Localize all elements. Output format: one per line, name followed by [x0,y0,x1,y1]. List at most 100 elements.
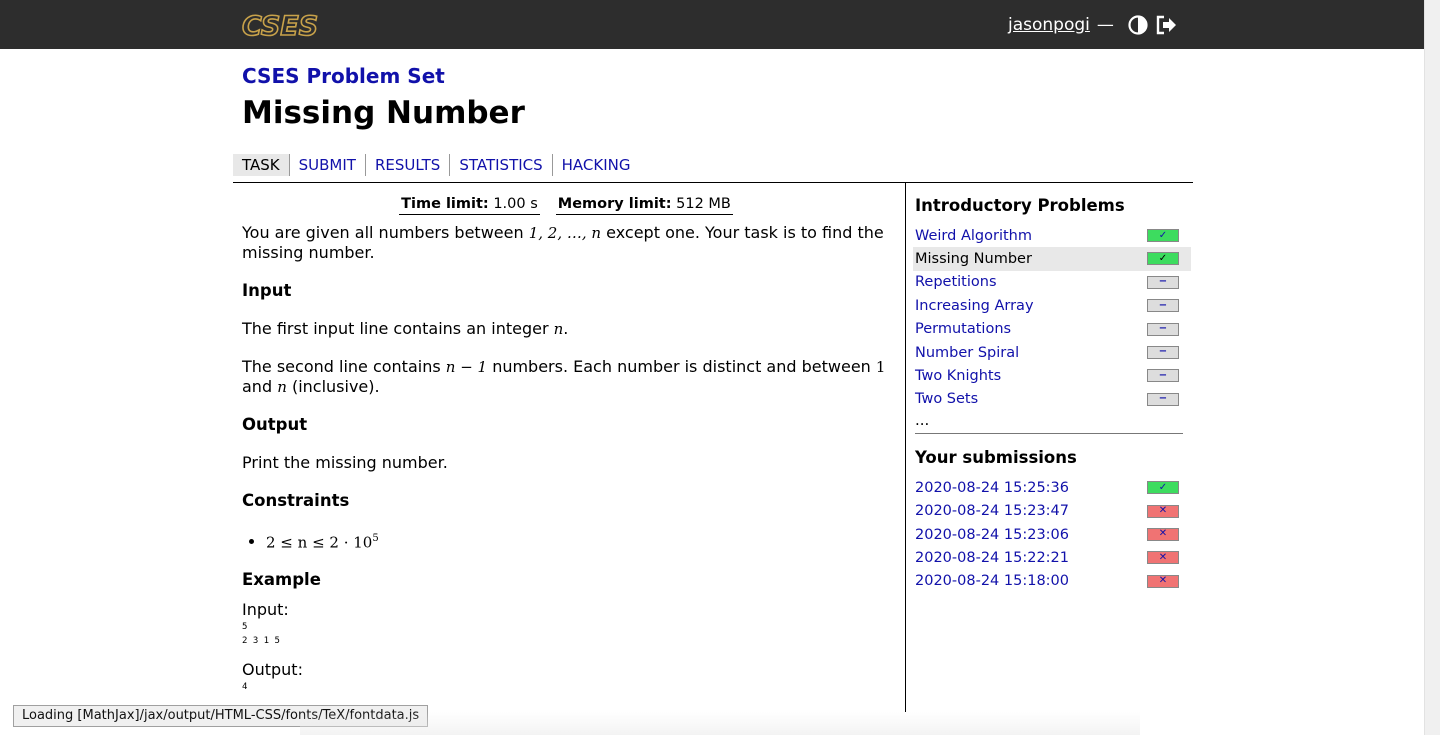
problem-item[interactable]: Permutations − [913,318,1191,341]
example-input-label: Input: [242,600,289,620]
input-p2-b: numbers. Each number is distinct and bet… [492,357,871,376]
problem-item[interactable]: Two Sets − [913,388,1191,411]
problem-item-label: Permutations [915,321,1012,338]
submission-item[interactable]: 2020-08-24 15:23:06 ✕ [913,523,1191,546]
time-limit: Time limit: 1.00 s [399,196,540,215]
more-problems-ellipsis: ... [915,411,930,430]
input-p2-math3: n [277,378,287,396]
time-limit-label: Time limit: [401,196,489,212]
logo-text: CSES [242,12,318,38]
username-link[interactable]: jasonpogi [1008,15,1090,35]
problem-list: Weird Algorithm ✓ Missing Number ✓ Repetitio… [913,224,1193,411]
submission-list: 2020-08-24 15:25:36 ✓ 2020-08-24 15:23:47 ✕… [915,476,1193,593]
example-output-label: Output: [242,660,303,680]
problem-item[interactable]: Number Spiral − [913,341,1191,364]
problem-item[interactable]: Repetitions − [913,271,1191,294]
submission-item-label: 2020-08-24 15:23:47 [915,503,1069,520]
input-p1-a: The first input line contains an integer [242,319,549,338]
logout-icon[interactable] [1155,14,1177,36]
status-badge-ok: ✓ [1147,481,1179,495]
status-badge-none: − [1147,369,1179,383]
tab-hacking[interactable]: HACKING [551,154,640,176]
submission-item-label: 2020-08-24 15:18:00 [915,573,1069,590]
tab-submit[interactable]: SUBMIT [288,154,365,176]
memory-limit: Memory limit: 512 MB [555,196,733,215]
task-statement: You are given all numbers between 1, 2, … [242,223,890,263]
input-p2-math: n − 1 [445,358,488,376]
contrast-icon[interactable] [1127,14,1149,36]
tab-divider [233,182,1193,183]
input-p1-b: . [563,319,569,338]
status-badge-none: − [1147,345,1179,359]
problem-item-label: Repetitions [915,274,997,291]
sidebar-divider [905,183,906,712]
memory-limit-value: 512 MB [676,196,731,212]
input-p2-c: and [242,377,273,396]
tab-results[interactable]: RESULTS [364,154,449,176]
status-badge-ok: ✓ [1147,252,1179,266]
status-badge-fail: ✕ [1147,504,1179,518]
status-badge-none: − [1147,322,1179,336]
input-p2-math2: 1 [875,358,886,376]
status-badge-none: − [1147,299,1179,313]
input-heading: Input [242,281,292,300]
problem-list-title: Introductory Problems [915,196,1125,215]
input-p1-math: n [553,320,564,338]
status-badge-fail: ✕ [1147,574,1179,588]
time-limit-value: 1.00 s [493,196,538,212]
tab-statistics[interactable]: STATISTICS [449,154,551,176]
status-badge-none: − [1147,275,1179,289]
header-separator: — [1096,15,1114,35]
input-p2-d: (inclusive). [291,377,380,396]
example-heading: Example [242,570,321,590]
input-paragraph-1: The first input line contains an integer… [242,319,890,339]
problem-item-label: Missing Number [915,251,1032,268]
cses-logo[interactable]: CSES [242,12,332,38]
problem-item[interactable]: Missing Number ✓ [913,247,1191,271]
problem-item[interactable]: Weird Algorithm ✓ [913,224,1191,247]
limits-row: Time limit: 1.00 s Memory limit: 512 MB [242,196,890,215]
problem-item[interactable]: Two Knights − [913,364,1191,387]
problem-item[interactable]: Increasing Array − [913,294,1191,317]
problem-item-label: Number Spiral [915,344,1020,361]
status-badge-ok: ✓ [1147,229,1179,242]
user-area: jasonpogi — [1008,13,1177,37]
page-title: Missing Number [242,95,525,131]
submission-item[interactable]: 2020-08-24 15:25:36 ✓ [913,476,1191,499]
problem-item-label: Two Knights [915,368,1002,385]
submission-item-label: 2020-08-24 15:25:36 [915,479,1069,496]
input-p2-a: The second line contains [242,357,441,376]
input-paragraph-2: The second line contains n − 1 numbers. … [242,357,890,397]
problem-item-label: Increasing Array [915,297,1034,314]
submission-item[interactable]: 2020-08-24 15:18:00 ✕ [913,570,1191,593]
tab-task[interactable]: TASK [233,154,289,176]
output-heading: Output [242,415,308,434]
status-badge-none: − [1147,392,1179,406]
constraint-exponent: 5 [372,533,379,544]
submission-item-label: 2020-08-24 15:22:21 [915,549,1069,566]
sidebar: Introductory Problems Weird Algorithm ✓ Mi… [913,196,1193,593]
intro-math: 1, 2, …, n [528,224,602,242]
memory-limit-label: Memory limit: [557,196,672,212]
browser-scrollbar[interactable] [1424,0,1440,735]
problem-item-label: Two Sets [915,391,979,408]
status-badge-fail: ✕ [1147,551,1179,565]
constraint-item: 2 ≤ n ≤ 2 · 105 [266,529,890,552]
constraints-list: 2 ≤ n ≤ 2 · 105 [242,529,890,552]
sidebar-rule [915,433,1183,435]
task-tabs: TASK SUBMIT RESULTS STATISTICS HACKING [233,153,640,177]
bottom-fade [300,712,1140,735]
task-content: Time limit: 1.00 s Memory limit: 512 MB … [242,196,890,694]
constraints-heading: Constraints [242,491,350,510]
submission-item[interactable]: 2020-08-24 15:23:47 ✕ [913,500,1191,523]
breadcrumb-problem-set[interactable]: CSES Problem Set [242,64,445,88]
submission-item[interactable]: 2020-08-24 15:22:21 ✕ [913,546,1191,569]
example-output-block: 4 [242,682,248,693]
example-input-block: 5 2 3 1 5 [242,622,280,647]
submissions-title: Your submissions [915,448,1077,468]
status-badge-fail: ✕ [1147,527,1179,541]
constraint-math: 2 ≤ n ≤ 2 · 10 [266,533,373,552]
problem-item-label: Weird Algorithm [915,227,1032,244]
output-paragraph: Print the missing number. [242,453,448,472]
intro-text-a: You are given all numbers between [242,223,524,242]
